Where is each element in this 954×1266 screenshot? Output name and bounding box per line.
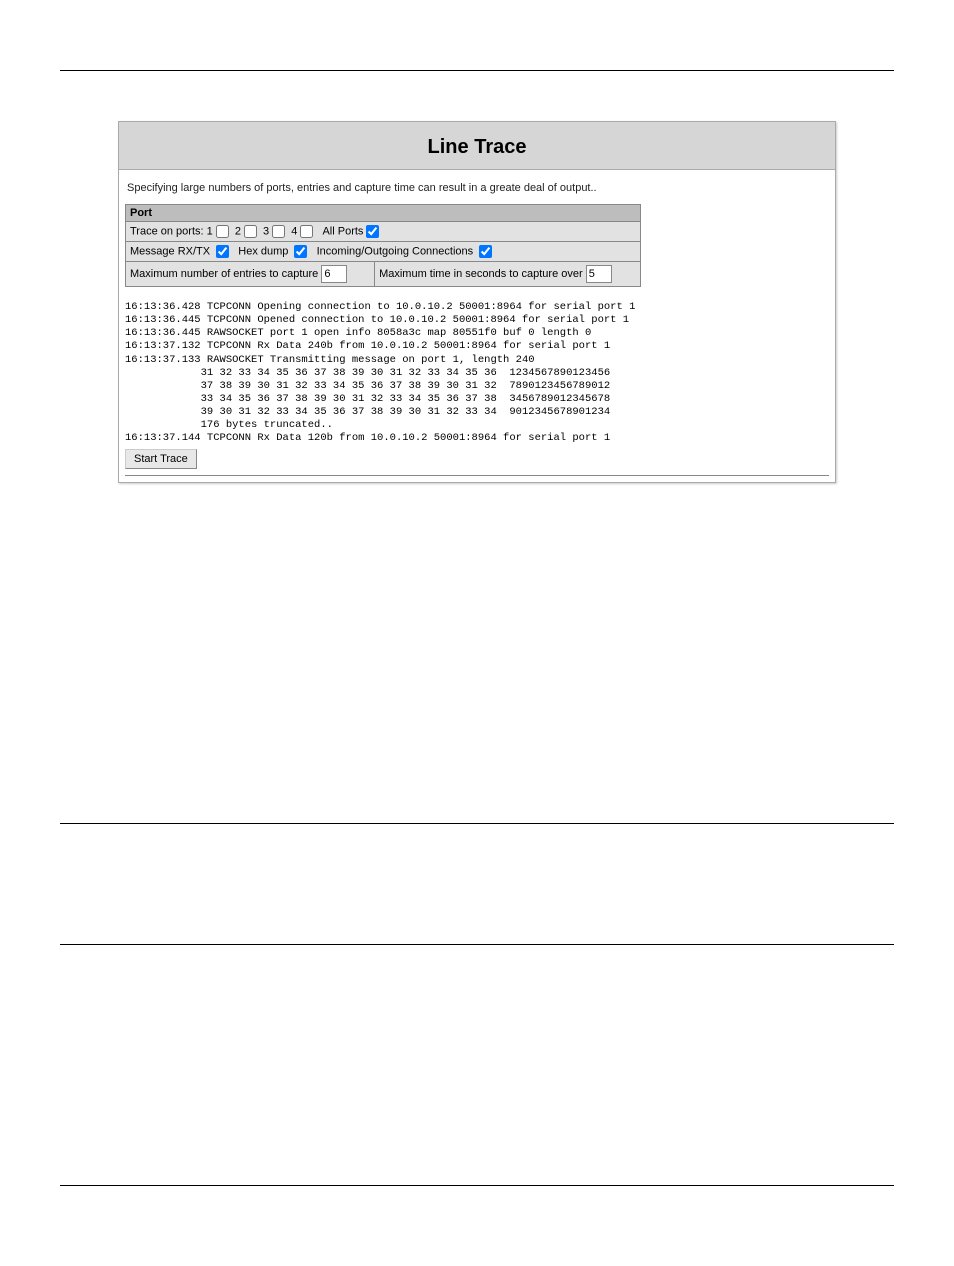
port-2-label: 2: [235, 225, 241, 237]
connections-checkbox[interactable]: [479, 245, 492, 258]
max-time-cell: Maximum time in seconds to capture over: [375, 262, 641, 287]
horizontal-rule-2: [60, 944, 894, 945]
port-4-checkbox[interactable]: [300, 225, 313, 238]
info-note: Specifying large numbers of ports, entri…: [127, 182, 829, 194]
trace-ports-label: Trace on ports:: [130, 225, 204, 237]
hex-dump-checkbox[interactable]: [294, 245, 307, 258]
port-heading: Port: [126, 205, 641, 222]
port-2-checkbox[interactable]: [244, 225, 257, 238]
all-ports-checkbox[interactable]: [366, 225, 379, 238]
window-header: Line Trace: [119, 122, 835, 170]
horizontal-rule-3: [60, 1185, 894, 1186]
top-horizontal-rule: [60, 70, 894, 71]
hex-dump-label: Hex dump: [238, 245, 288, 257]
msg-rxtx-label: Message RX/TX: [130, 245, 210, 257]
max-entries-label: Maximum number of entries to capture: [130, 268, 318, 280]
window-body: Specifying large numbers of ports, entri…: [119, 170, 835, 482]
start-trace-button[interactable]: Start Trace: [125, 449, 197, 469]
trace-ports-row: Trace on ports: 1 2 3 4 All Ports: [126, 222, 641, 242]
window-bottom-rule: [125, 475, 829, 476]
trace-options-row: Message RX/TX Hex dump Incoming/Outgoing…: [126, 242, 641, 262]
max-entries-cell: Maximum number of entries to capture: [126, 262, 375, 287]
connections-label: Incoming/Outgoing Connections: [317, 245, 474, 257]
max-time-input[interactable]: [586, 265, 612, 283]
msg-rxtx-checkbox[interactable]: [216, 245, 229, 258]
port-settings-table: Port Trace on ports: 1 2 3 4 All Ports M…: [125, 204, 641, 287]
max-time-label: Maximum time in seconds to capture over: [379, 268, 583, 280]
all-ports-label: All Ports: [322, 225, 363, 237]
max-entries-input[interactable]: [321, 265, 347, 283]
port-3-label: 3: [263, 225, 269, 237]
port-1-label: 1: [207, 225, 213, 237]
line-trace-window: Line Trace Specifying large numbers of p…: [118, 121, 836, 483]
port-3-checkbox[interactable]: [272, 225, 285, 238]
horizontal-rule-1: [60, 823, 894, 824]
window-title: Line Trace: [119, 136, 835, 159]
port-1-checkbox[interactable]: [216, 225, 229, 238]
port-4-label: 4: [291, 225, 297, 237]
trace-output: 16:13:36.428 TCPCONN Opening connection …: [125, 301, 829, 445]
